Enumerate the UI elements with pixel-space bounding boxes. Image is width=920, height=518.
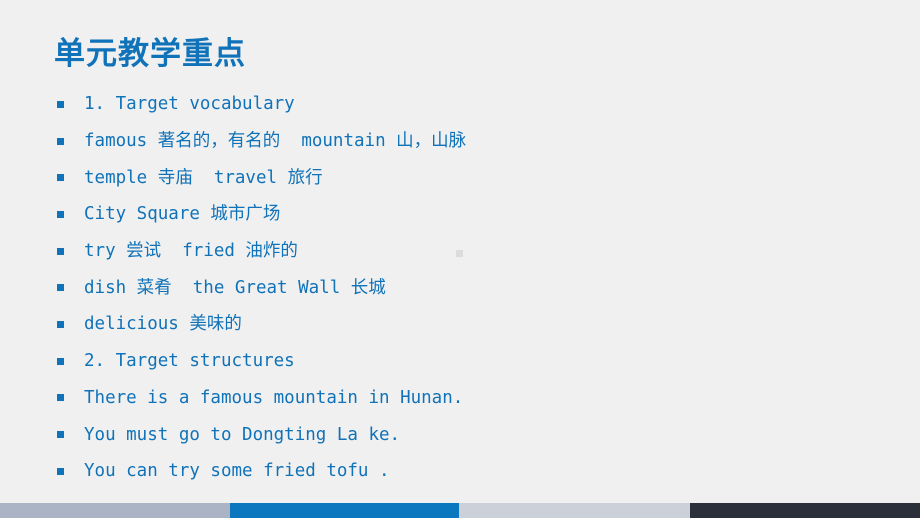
square-bullet-icon [57, 467, 64, 475]
square-bullet-icon [57, 100, 64, 108]
bullet-list: 1. Target vocabulary famous 著名的，有名的 moun… [0, 86, 920, 490]
list-item[interactable]: There is a famous mountain in Hunan. [0, 380, 920, 417]
square-bullet-icon [57, 431, 64, 439]
list-item-label: temple 寺庙 travel 旅行 [84, 167, 323, 188]
square-bullet-icon [57, 320, 64, 328]
list-item-label: try 尝试 fried 油炸的 [84, 241, 298, 262]
list-item-label: 2. Target structures [84, 351, 295, 372]
list-item[interactable]: delicious 美味的 [0, 306, 920, 343]
square-bullet-icon [57, 210, 64, 218]
list-item[interactable]: You must go to Dongting La ke. [0, 416, 920, 453]
slide-canvas: 单元教学重点 1. Target vocabulary famous 著名的，有… [0, 0, 920, 518]
page-title: 单元教学重点 [54, 35, 246, 71]
list-item[interactable]: dish 菜肴 the Great Wall 长城 [0, 269, 920, 306]
bottom-bar-segment-1 [0, 503, 230, 518]
square-bullet-icon [57, 247, 64, 255]
list-item[interactable]: temple 寺庙 travel 旅行 [0, 159, 920, 196]
list-item-label: You can try some fried tofu . [84, 461, 390, 482]
list-item-label: dish 菜肴 the Great Wall 长城 [84, 277, 386, 298]
square-bullet-icon [57, 394, 64, 402]
bottom-bar-segment-2 [230, 503, 459, 518]
list-item-label: City Square 城市广场 [84, 204, 281, 225]
list-item-label: There is a famous mountain in Hunan. [84, 387, 464, 408]
square-bullet-icon [57, 137, 64, 145]
square-bullet-icon [57, 357, 64, 365]
list-item-label: You must go to Dongting La ke. [84, 424, 401, 445]
list-item[interactable]: 1. Target vocabulary [0, 86, 920, 123]
list-item[interactable]: famous 著名的，有名的 mountain 山，山脉 [0, 123, 920, 160]
list-item-label: 1. Target vocabulary [84, 94, 295, 115]
list-item[interactable]: You can try some fried tofu . [0, 453, 920, 490]
faint-square-bullet-icon [456, 250, 463, 257]
square-bullet-icon [57, 174, 64, 182]
list-item[interactable]: 2. Target structures [0, 343, 920, 380]
bottom-color-bar [0, 503, 920, 518]
bottom-bar-segment-4 [690, 503, 920, 518]
list-item[interactable]: City Square 城市广场 [0, 196, 920, 233]
bottom-bar-segment-3 [459, 503, 690, 518]
square-bullet-icon [57, 284, 64, 292]
list-item-label: delicious 美味的 [84, 314, 242, 335]
list-item-label: famous 著名的，有名的 mountain 山，山脉 [84, 131, 467, 152]
